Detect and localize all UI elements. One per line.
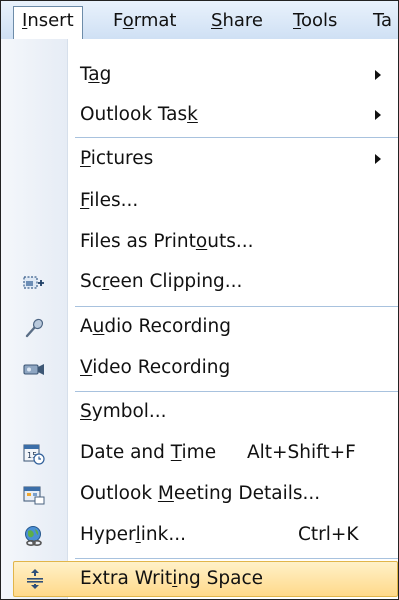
separator <box>75 391 398 392</box>
menu-item-audio-recording[interactable]: Audio Recording <box>1 308 398 348</box>
menu-item-files-label: Files... <box>80 190 138 211</box>
menu-item-files-as-printouts[interactable]: Files as Printouts... <box>1 223 398 263</box>
label-text: Sc <box>80 271 102 292</box>
submenu-arrow-icon <box>375 70 381 80</box>
label-text: Extra Writ <box>80 568 173 589</box>
menu-item-symbol-label: Symbol... <box>80 401 167 422</box>
label-text-rest: ictures <box>90 148 154 169</box>
label-text-rest: ymbol... <box>91 401 167 422</box>
label-mnemonic: M <box>157 483 174 504</box>
label-text: A <box>80 316 93 337</box>
label-mnemonic: V <box>80 357 93 378</box>
label-mnemonic: F <box>80 190 90 211</box>
label-mnemonic: a <box>88 64 100 85</box>
label-text: Date and <box>80 442 171 463</box>
menu-share-text-rest: hare <box>222 10 263 31</box>
menu-format-mnemonic: o <box>122 10 134 31</box>
menu-item-outlook-meeting-details[interactable]: Outlook Meeting Details... <box>1 475 398 515</box>
separator <box>75 137 398 138</box>
menu-bar: Insert Format Share Tools Ta <box>1 1 398 40</box>
menu-format[interactable]: Format <box>105 7 184 35</box>
label-text: Outlook Tas <box>80 104 188 125</box>
menu-share[interactable]: Share <box>203 7 271 35</box>
microphone-icon <box>25 318 44 338</box>
label-text-rest: uts... <box>207 231 254 252</box>
label-text: Outlook <box>80 483 158 504</box>
label-mnemonic: u <box>92 316 105 337</box>
video-camera-icon <box>23 364 44 375</box>
label-text-rest: dio Recording <box>104 316 231 337</box>
menu-item-extra-writing-space[interactable]: Extra Writing Space <box>13 561 398 597</box>
menu-share-mnemonic: S <box>211 10 223 31</box>
submenu-arrow-icon <box>375 110 381 120</box>
menu-item-outlook-task[interactable]: Outlook Task <box>1 96 398 136</box>
label-mnemonic: T <box>170 442 182 463</box>
shortcut-date-and-time: Alt+Shift+F <box>247 442 356 463</box>
label-text: T <box>80 64 89 85</box>
menu-format-text-rest: rmat <box>133 10 177 31</box>
insert-menu-screenshot: Insert Format Share Tools Ta Tag Outlook… <box>0 0 399 600</box>
label-text-rest: g <box>99 64 112 85</box>
label-mnemonic: k <box>187 104 198 125</box>
menu-item-hyperlink-label: Hyperlink... <box>80 524 186 545</box>
menu-item-date-and-time-label: Date and Time <box>80 442 216 463</box>
label-text-rest: ime <box>181 442 217 463</box>
menu-tools-text-rest: ools <box>300 10 338 31</box>
calendar-clock-icon: 15 <box>23 444 45 465</box>
submenu-arrow-icon <box>375 154 381 164</box>
insert-dropdown: Tag Outlook Task Pictures Files... Files… <box>1 39 398 599</box>
menu-item-outlook-task-label: Outlook Task <box>80 104 198 125</box>
shortcut-hyperlink: Ctrl+K <box>298 524 359 545</box>
label-text-rest: ideo Recording <box>92 357 231 378</box>
menu-item-outlook-meeting-details-label: Outlook Meeting Details... <box>80 483 320 504</box>
menu-item-hyperlink[interactable]: Hyperlink... Ctrl+K <box>1 516 398 556</box>
menu-table[interactable]: Ta <box>365 7 398 35</box>
screen-clipping-icon <box>23 276 44 289</box>
menu-item-files[interactable]: Files... <box>1 182 398 222</box>
label-text-rest: ink... <box>140 524 186 545</box>
menu-item-symbol[interactable]: Symbol... <box>1 393 398 433</box>
label-text-rest: ng Space <box>177 568 264 589</box>
menu-insert[interactable]: Insert <box>13 6 83 39</box>
label-mnemonic: P <box>80 148 91 169</box>
globe-link-icon <box>25 526 42 547</box>
menu-table-text: Ta <box>373 10 393 31</box>
menu-item-date-and-time[interactable]: 15 Date and Time Alt+Shift+F <box>1 434 398 474</box>
label-text-rest: eeting Details... <box>173 483 321 504</box>
menu-item-tag[interactable]: Tag <box>1 56 398 96</box>
separator <box>75 306 398 307</box>
menu-item-screen-clipping-label: Screen Clipping... <box>80 271 242 292</box>
menu-format-text: F <box>113 10 123 31</box>
label-mnemonic: o <box>195 231 208 252</box>
menu-tools[interactable]: Tools <box>285 7 345 35</box>
menu-item-files-as-printouts-label: Files as Printouts... <box>80 231 253 252</box>
menu-item-tag-label: Tag <box>80 64 111 85</box>
meeting-details-icon <box>23 486 45 505</box>
menu-insert-text-rest: nsert <box>27 10 74 31</box>
menu-tools-mnemonic: T <box>293 10 301 31</box>
expand-space-icon <box>27 569 43 589</box>
menu-item-screen-clipping[interactable]: Screen Clipping... <box>1 263 398 303</box>
label-text-rest: iles... <box>89 190 139 211</box>
menu-item-pictures[interactable]: Pictures <box>1 140 398 180</box>
label-text-rest: een Clipping... <box>109 271 243 292</box>
label-text: Files as Print <box>80 231 196 252</box>
label-mnemonic: S <box>80 401 92 422</box>
menu-item-pictures-label: Pictures <box>80 148 153 169</box>
menu-item-extra-writing-space-label: Extra Writing Space <box>80 568 263 589</box>
menu-item-video-recording-label: Video Recording <box>80 357 230 378</box>
separator <box>75 558 398 559</box>
menu-item-audio-recording-label: Audio Recording <box>80 316 231 337</box>
label-text: Hyper <box>80 524 136 545</box>
menu-item-video-recording[interactable]: Video Recording <box>1 349 398 389</box>
